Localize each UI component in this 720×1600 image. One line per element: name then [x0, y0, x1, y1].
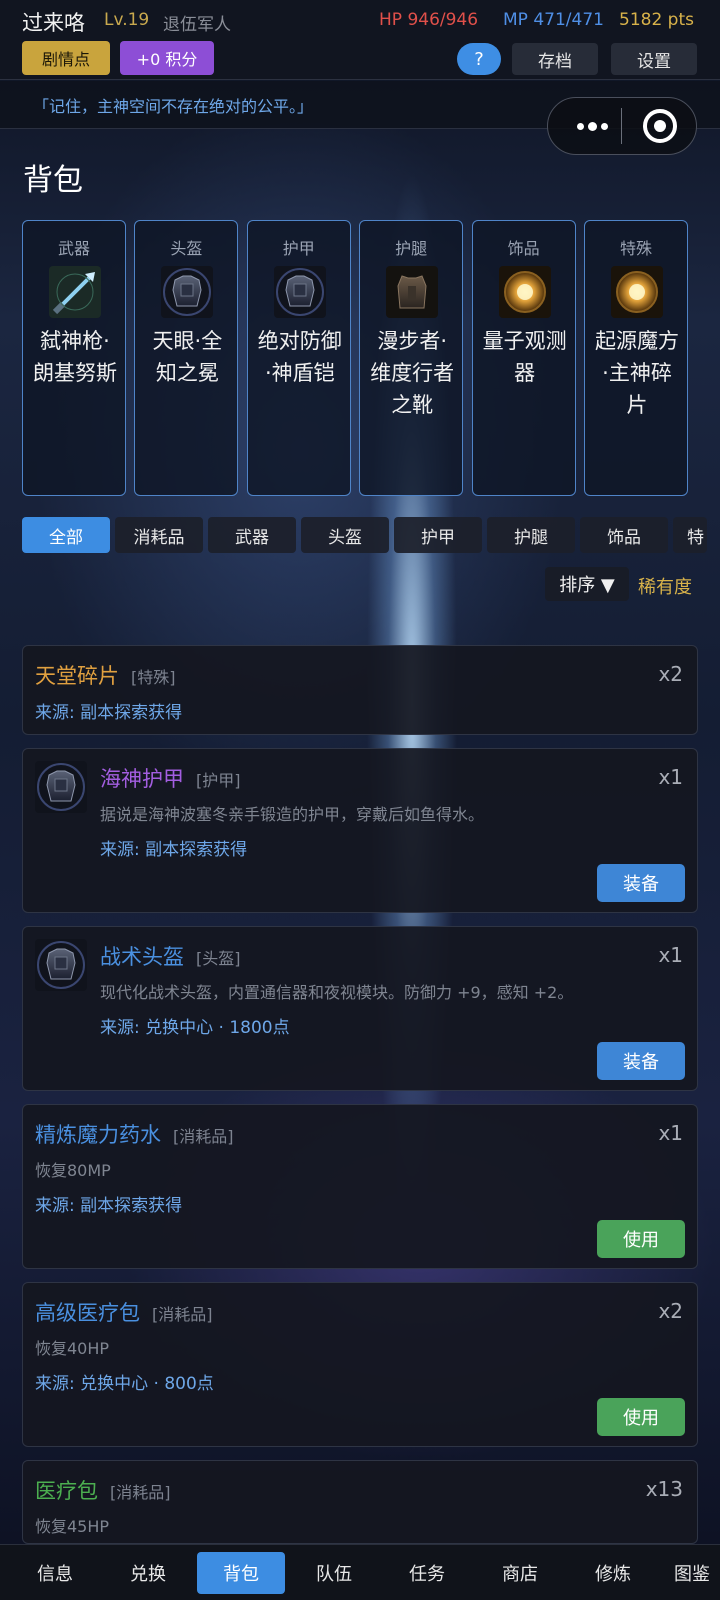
- item-source: 来源: 副本探索获得: [35, 703, 183, 723]
- item-quantity: x1: [658, 1121, 683, 1145]
- equip-slot-label: 饰品: [507, 239, 540, 258]
- tab-2[interactable]: 武器: [208, 517, 296, 553]
- equip-item-name: 起源魔方·主神碎片: [595, 329, 679, 417]
- bonus-points-button[interactable]: +0 积分: [120, 41, 214, 75]
- equip-button[interactable]: 装备: [597, 1042, 685, 1080]
- item-card[interactable]: 战术头盔 [头盔] x1 现代化战术头盔，内置通信器和夜视模块。防御力 +9，感知 +…: [22, 926, 698, 1091]
- quote-text: 「记住，主神空间不存在绝对的公平。」: [33, 97, 314, 116]
- nav-item-7[interactable]: 图鉴: [662, 1552, 720, 1594]
- nav-item-3[interactable]: 队伍: [290, 1552, 378, 1594]
- equip-slot-0[interactable]: 武器弑神枪·朗基努斯: [22, 220, 126, 496]
- player-name: 过来咯: [22, 11, 85, 35]
- points-readout: 5182 pts: [619, 10, 694, 30]
- sort-mode-label[interactable]: 稀有度: [638, 573, 692, 599]
- page-title: 背包: [23, 163, 83, 198]
- item-name: 医疗包: [35, 1479, 98, 1503]
- tab-3[interactable]: 头盔: [301, 517, 389, 553]
- tab-7[interactable]: 特: [673, 517, 707, 553]
- armor-icon: [161, 266, 214, 318]
- equip-slot-label: 武器: [57, 239, 90, 258]
- save-button[interactable]: 存档: [512, 43, 598, 75]
- nav-item-5[interactable]: 商店: [476, 1552, 564, 1594]
- plot-points-button[interactable]: 剧情点: [22, 41, 110, 75]
- equip-item-name: 量子观测器: [482, 329, 567, 385]
- hp-readout: HP 946/946: [379, 10, 479, 30]
- equip-slot-label: 头盔: [170, 239, 203, 258]
- tab-5[interactable]: 护腿: [487, 517, 575, 553]
- item-category-tag: [特殊]: [131, 668, 176, 687]
- equip-button[interactable]: 装备: [597, 864, 685, 902]
- medallion-icon: [611, 266, 663, 318]
- item-description: 现代化战术头盔，内置通信器和夜视模块。防御力 +9，感知 +2。: [100, 983, 574, 1002]
- item-name: 高级医疗包: [35, 1301, 140, 1325]
- item-name: 战术头盔: [100, 945, 184, 969]
- medallion-icon: [498, 266, 551, 318]
- item-name: 海神护甲: [100, 767, 184, 791]
- item-name: 精炼魔力药水: [35, 1123, 161, 1147]
- vest-icon: [386, 266, 439, 318]
- mp-readout: MP 471/471: [503, 10, 604, 30]
- item-quantity: x1: [658, 765, 683, 789]
- item-source: 来源: 兑换中心 · 1800点: [100, 1018, 290, 1038]
- use-button[interactable]: 使用: [597, 1220, 685, 1258]
- equip-slot-2[interactable]: 护甲绝对防御·神盾铠: [246, 220, 351, 496]
- use-button[interactable]: 使用: [597, 1398, 685, 1436]
- equip-slot-3[interactable]: 护腿漫步者·维度行者之靴: [359, 220, 464, 496]
- item-category-tag: [护甲]: [196, 771, 241, 790]
- spear-icon: [49, 266, 101, 318]
- nav-item-1[interactable]: 兑换: [104, 1552, 192, 1594]
- nav-item-6[interactable]: 修炼: [569, 1552, 657, 1594]
- item-description: 恢复80MP: [35, 1161, 111, 1180]
- tab-6[interactable]: 饰品: [580, 517, 668, 553]
- tab-4[interactable]: 护甲: [394, 517, 482, 553]
- armor-icon: [273, 266, 326, 318]
- item-card[interactable]: 海神护甲 [护甲] x1 据说是海神波塞冬亲手锻造的护甲，穿戴后如鱼得水。 来源: 副本…: [22, 748, 698, 913]
- armor-icon: [35, 761, 87, 813]
- equip-slot-label: 护甲: [282, 239, 315, 258]
- item-card[interactable]: 高级医疗包 [消耗品] x2 恢复40HP 来源: 兑换中心 · 800点使用: [22, 1282, 698, 1447]
- equip-slot-5[interactable]: 特殊起源魔方·主神碎片: [584, 220, 688, 496]
- item-quantity: x13: [645, 1477, 683, 1501]
- item-description: 据说是海神波塞冬亲手锻造的护甲，穿戴后如鱼得水。: [100, 805, 485, 824]
- tab-0[interactable]: 全部: [22, 517, 110, 553]
- item-category-tag: [消耗品]: [110, 1483, 171, 1502]
- equip-slot-4[interactable]: 饰品 量子观测器: [471, 220, 576, 496]
- equip-item-name: 天眼·全知之冕: [152, 329, 223, 385]
- item-quantity: x1: [658, 943, 683, 967]
- equip-item-name: 弑神枪·朗基努斯: [33, 329, 117, 385]
- capsule-divider: [621, 108, 622, 144]
- equip-item-name: 漫步者·维度行者之靴: [370, 329, 455, 417]
- item-source: 来源: 副本探索获得: [100, 840, 248, 860]
- item-card[interactable]: 精炼魔力药水 [消耗品] x1 恢复80MP 来源: 副本探索获得使用: [22, 1104, 698, 1269]
- equip-slot-label: 特殊: [619, 239, 652, 258]
- item-card[interactable]: 天堂碎片 [特殊] x2 来源: 副本探索获得: [22, 645, 698, 735]
- close-target-icon[interactable]: [643, 109, 677, 143]
- nav-item-2[interactable]: 背包: [197, 1552, 285, 1594]
- settings-button[interactable]: 设置: [611, 43, 697, 75]
- item-source: 来源: 兑换中心 · 800点: [35, 1374, 214, 1394]
- item-description: 恢复40HP: [35, 1339, 110, 1358]
- item-quantity: x2: [658, 1299, 683, 1323]
- nav-item-0[interactable]: 信息: [11, 1552, 99, 1594]
- equip-slot-label: 护腿: [395, 239, 428, 258]
- equip-slot-1[interactable]: 头盔天眼·全知之冕: [134, 220, 239, 496]
- armor-icon: [35, 939, 87, 991]
- more-menu-icon[interactable]: [567, 108, 617, 144]
- player-rank: 退伍军人: [163, 15, 231, 35]
- equip-item-name: 绝对防御·神盾铠: [257, 329, 342, 385]
- help-button[interactable]: ?: [457, 43, 501, 75]
- sort-button[interactable]: 排序 ▼: [545, 567, 629, 601]
- item-card[interactable]: 医疗包 [消耗品] x13 恢复45HP: [22, 1460, 698, 1544]
- item-category-tag: [头盔]: [196, 949, 241, 968]
- item-source: 来源: 副本探索获得: [35, 1196, 183, 1216]
- tab-1[interactable]: 消耗品: [115, 517, 203, 553]
- item-description: 恢复45HP: [35, 1517, 110, 1536]
- item-category-tag: [消耗品]: [152, 1305, 213, 1324]
- nav-item-4[interactable]: 任务: [383, 1552, 471, 1594]
- item-name: 天堂碎片: [35, 664, 119, 688]
- player-level: Lv.19: [104, 10, 150, 30]
- item-quantity: x2: [658, 662, 683, 686]
- item-category-tag: [消耗品]: [173, 1127, 234, 1146]
